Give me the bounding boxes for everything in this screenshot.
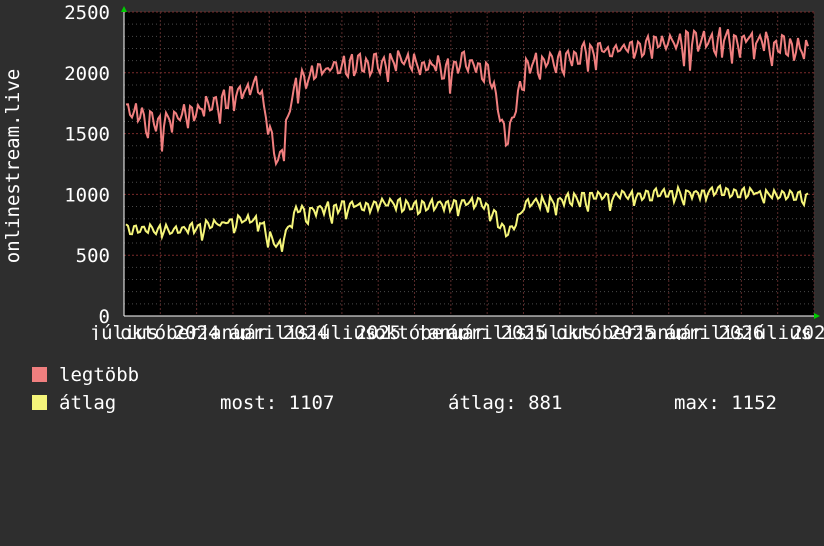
y-axis-arrow-icon [121, 6, 127, 12]
legend-label-avg: átlag [59, 392, 117, 414]
legend-label-max: legtöbb [59, 364, 140, 386]
y-tick-label: 2500 [64, 2, 110, 24]
stat-max: max: 1152 [674, 392, 777, 414]
plot-area [124, 12, 814, 316]
y-axis-label: onlinestream.live [2, 69, 24, 263]
y-tick-label: 2000 [64, 63, 110, 85]
stat-average: átlag: 881 [448, 392, 563, 414]
legend-swatch-avg [32, 395, 47, 410]
y-tick-label: 1000 [64, 184, 110, 206]
legend-swatch-max [32, 367, 47, 382]
chart-window: 0 500 1000 1500 2000 2500 július október 2024 jan… [0, 0, 824, 430]
x-tick-label: 2026 [791, 322, 824, 340]
x-axis-arrow-icon [814, 313, 820, 319]
stat-now: most: 1107 [220, 392, 335, 414]
traffic-chart: 05001000150020002500júliusoktóber2024jan… [2, 2, 824, 340]
legend-row-avg: átlag most: 1107 átlag: 881 max: 1152 [32, 392, 812, 414]
y-tick-label: 1500 [64, 124, 110, 146]
y-tick-label: 500 [76, 245, 110, 267]
legend-row-max: legtöbb [32, 364, 192, 386]
